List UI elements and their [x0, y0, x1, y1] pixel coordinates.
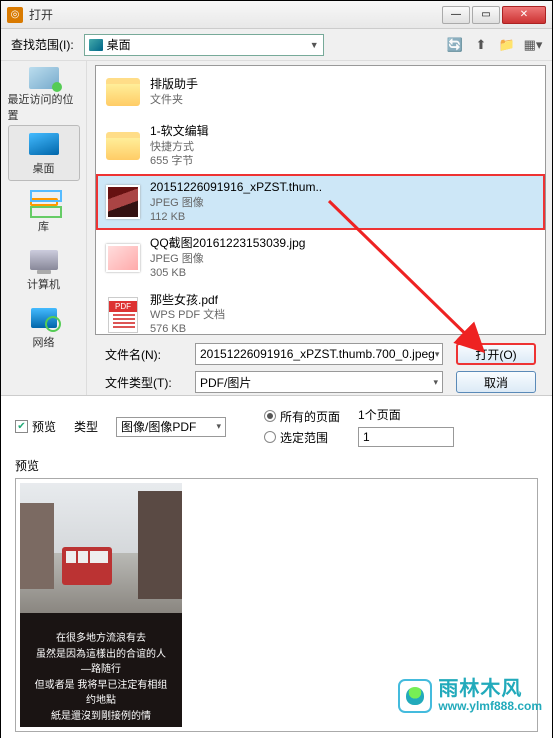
desktop-icon — [29, 133, 59, 155]
open-button[interactable]: 打开(O) — [456, 343, 536, 365]
radio-icon — [264, 431, 276, 443]
cancel-button[interactable]: 取消 — [456, 371, 536, 393]
network-icon — [31, 308, 57, 328]
toolbar-icons: 🔄 ⬆ 📁 ▦▾ — [446, 36, 542, 54]
place-label: 计算机 — [27, 276, 60, 292]
file-type: JPEG 图像 — [150, 196, 537, 210]
file-item-folder[interactable]: 排版助手 文件夹 — [96, 66, 545, 118]
radio-all-label: 所有的页面 — [280, 408, 340, 425]
place-label: 桌面 — [33, 160, 55, 176]
close-button[interactable]: ✕ — [502, 6, 546, 24]
place-label: 最近访问的位置 — [8, 91, 80, 123]
chevron-down-icon: ▾ — [217, 421, 222, 432]
window-buttons: — ▭ ✕ — [440, 6, 546, 24]
folder-icon — [106, 132, 140, 160]
filetype-row: 文件类型(T): PDF/图片 ▾ 取消 — [105, 371, 536, 393]
window-title: 打开 — [29, 6, 440, 23]
lookin-value: 桌面 — [107, 36, 131, 53]
filename-label: 文件名(N): — [105, 346, 187, 363]
places-bar: 最近访问的位置 桌面 库 计算机 网络 — [1, 61, 87, 395]
watermark-logo-icon — [398, 679, 432, 713]
lookin-toolbar: 查找范围(I): 桌面 ▼ 🔄 ⬆ 📁 ▦▾ — [1, 29, 552, 61]
lookin-label: 查找范围(I): — [11, 36, 74, 53]
radio-range[interactable]: 选定范围 — [264, 429, 340, 446]
file-name: 那些女孩.pdf — [150, 293, 537, 309]
file-name: QQ截图20161223153039.jpg — [150, 236, 537, 252]
type-value: 图像/图像PDF — [121, 418, 196, 435]
checkbox-icon: ✔ — [15, 420, 28, 433]
filename-row: 文件名(N): 20151226091916_xPZST.thumb.700_0… — [105, 343, 536, 365]
filetype-label: 文件类型(T): — [105, 374, 187, 391]
preview-caption: 在很多地方流浪有去 虽然是因為這樣出的合谊的人—路随行 但或者是 我将早已注定有… — [34, 631, 168, 724]
radio-all-pages[interactable]: 所有的页面 — [264, 408, 340, 425]
watermark-url: www.ylmf888.com — [438, 700, 542, 713]
file-size: 655 字节 — [150, 154, 537, 168]
radio-range-label: 选定范围 — [280, 429, 328, 446]
computer-icon — [30, 250, 58, 270]
file-size: 112 KB — [150, 210, 537, 224]
file-name: 排版助手 — [150, 77, 537, 93]
filename-value: 20151226091916_xPZST.thumb.700_0.jpeg — [200, 347, 435, 361]
preview-checkbox[interactable]: ✔ 预览 — [15, 418, 56, 435]
file-item-image[interactable]: QQ截图20161223153039.jpg JPEG 图像 305 KB — [96, 230, 545, 286]
main-area: 最近访问的位置 桌面 库 计算机 网络 排版助手 文件夹 — [1, 61, 552, 395]
desktop-icon — [89, 39, 103, 51]
place-label: 库 — [38, 218, 49, 234]
file-item-pdf[interactable]: 那些女孩.pdf WPS PDF 文档 576 KB — [96, 287, 545, 335]
maximize-button[interactable]: ▭ — [472, 6, 500, 24]
preview-image: 在很多地方流浪有去 虽然是因為這樣出的合谊的人—路随行 但或者是 我将早已注定有… — [20, 483, 182, 727]
file-list[interactable]: 排版助手 文件夹 1-软文编辑 快捷方式 655 字节 201512260919… — [95, 65, 546, 335]
image-icon — [106, 185, 140, 219]
pages-label: 1个页面 — [358, 406, 454, 423]
title-bar: ◎ 打开 — ▭ ✕ — [1, 1, 552, 29]
filetype-value: PDF/图片 — [200, 374, 251, 391]
type-combo[interactable]: 图像/图像PDF ▾ — [116, 417, 226, 437]
file-item-shortcut[interactable]: 1-软文编辑 快捷方式 655 字节 — [96, 118, 545, 174]
place-network[interactable]: 网络 — [8, 299, 80, 355]
place-desktop[interactable]: 桌面 — [8, 125, 80, 181]
file-type: JPEG 图像 — [150, 252, 537, 266]
chevron-down-icon: ▼ — [310, 40, 319, 50]
file-item-selected[interactable]: 20151226091916_xPZST.thum.. JPEG 图像 112 … — [96, 174, 545, 230]
place-label: 网络 — [33, 334, 55, 350]
file-name: 1-软文编辑 — [150, 124, 537, 140]
chevron-down-icon: ▾ — [433, 377, 438, 388]
place-library[interactable]: 库 — [8, 183, 80, 239]
file-type: 快捷方式 — [150, 140, 537, 154]
pdf-icon — [108, 297, 138, 333]
file-size: 305 KB — [150, 266, 537, 280]
new-folder-icon[interactable]: 📁 — [498, 36, 516, 54]
recent-icon — [29, 67, 59, 89]
chevron-down-icon: ▾ — [435, 349, 440, 360]
radio-icon — [264, 410, 276, 422]
view-menu-icon[interactable]: ▦▾ — [524, 36, 542, 54]
back-icon[interactable]: 🔄 — [446, 36, 464, 54]
watermark-cn: 雨林木风 — [438, 679, 542, 700]
filetype-combo[interactable]: PDF/图片 ▾ — [195, 371, 443, 393]
app-icon: ◎ — [7, 7, 23, 23]
file-type: WPS PDF 文档 — [150, 308, 537, 322]
place-recent[interactable]: 最近访问的位置 — [8, 67, 80, 123]
options-row: ✔ 预览 类型 图像/图像PDF ▾ 所有的页面 选定范围 1个页面 — [15, 406, 538, 447]
file-type: 文件夹 — [150, 93, 537, 107]
type-label: 类型 — [74, 418, 98, 435]
pages-input[interactable] — [358, 427, 454, 447]
filename-combo[interactable]: 20151226091916_xPZST.thumb.700_0.jpeg ▾ — [195, 343, 443, 365]
lookin-combo[interactable]: 桌面 ▼ — [84, 34, 324, 56]
file-size: 576 KB — [150, 322, 537, 335]
watermark: 雨林木风 www.ylmf888.com — [398, 679, 542, 713]
image-icon — [106, 244, 140, 272]
pages-column: 1个页面 — [358, 406, 454, 447]
minimize-button[interactable]: — — [442, 6, 470, 24]
folder-icon — [106, 78, 140, 106]
filename-rows: 文件名(N): 20151226091916_xPZST.thumb.700_0… — [95, 335, 546, 399]
up-icon[interactable]: ⬆ — [472, 36, 490, 54]
file-list-panel: 排版助手 文件夹 1-软文编辑 快捷方式 655 字节 201512260919… — [87, 61, 552, 395]
preview-chk-label: 预览 — [32, 418, 56, 435]
place-computer[interactable]: 计算机 — [8, 241, 80, 297]
file-name: 20151226091916_xPZST.thum.. — [150, 180, 537, 196]
library-icon — [30, 198, 58, 206]
page-range-group: 所有的页面 选定范围 — [264, 408, 340, 446]
preview-section-label: 预览 — [15, 457, 538, 474]
